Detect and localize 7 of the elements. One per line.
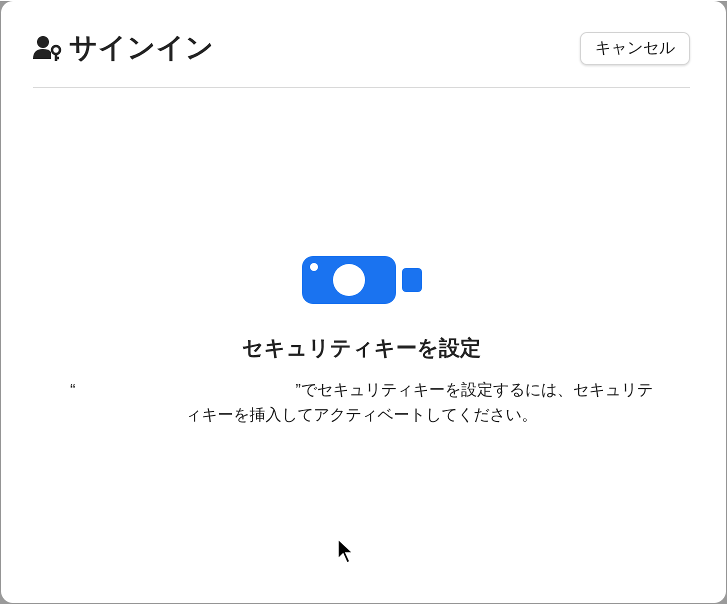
security-key-icon <box>302 256 422 304</box>
cancel-button[interactable]: キャンセル <box>580 32 690 64</box>
user-key-icon <box>33 35 63 61</box>
instruction-text: “ ”でセキュリティキーを設定するには、セキュリティキーを挿入してアクティベートしてください。 <box>69 380 654 426</box>
heading: セキュリティキーを設定 <box>242 336 481 362</box>
mouse-pointer-icon <box>336 538 354 564</box>
dialog-title: サインイン <box>69 31 214 65</box>
